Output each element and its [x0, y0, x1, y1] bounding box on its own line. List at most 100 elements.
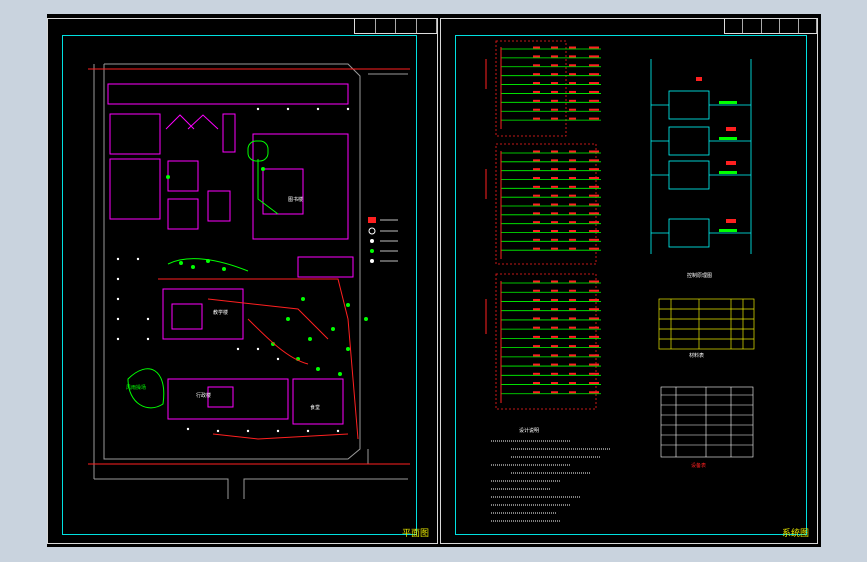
feeder-label-mark: [589, 185, 599, 188]
feeder-label-mark: [533, 82, 540, 85]
feeder-label-mark: [589, 168, 599, 171]
feeder-label-mark: [533, 99, 540, 102]
feeder-label-mark: [551, 345, 558, 348]
feeder-label-mark: [589, 247, 599, 250]
feeder-label-mark: [551, 391, 558, 394]
feeder-label-mark: [569, 354, 576, 357]
feeder-label-mark: [589, 99, 599, 102]
feeder-label-mark: [533, 363, 540, 366]
feeder-label-mark: [589, 46, 599, 49]
feeder-label-mark: [533, 64, 540, 67]
diagram-caption: 控制原理图: [687, 272, 712, 279]
feeder-label-mark: [569, 335, 576, 338]
feeder-label-mark: [589, 326, 599, 329]
feeder-label-mark: [533, 108, 540, 111]
feeder-label-mark: [533, 326, 540, 329]
feeder-label-mark: [569, 221, 576, 224]
feeder-label-mark: [569, 289, 576, 292]
feeder-label-mark: [533, 150, 540, 153]
feeder-label-mark: [589, 221, 599, 224]
feeder-label-mark: [569, 345, 576, 348]
feeder-label-mark: [533, 168, 540, 171]
feeder-label-mark: [569, 55, 576, 58]
feeder-label-mark: [533, 247, 540, 250]
feeder-label-mark: [589, 55, 599, 58]
feeder-label-mark: [533, 289, 540, 292]
feeder-label-mark: [589, 117, 599, 120]
feeder-label-mark: [551, 73, 558, 76]
feeder-label-mark: [569, 82, 576, 85]
feeder-label-mark: [569, 363, 576, 366]
feeder-label-mark: [551, 363, 558, 366]
sheet-title-left: 平面图: [401, 529, 429, 539]
feeder-label-mark: [551, 99, 558, 102]
feeder-label-mark: [569, 168, 576, 171]
site-plan-drawing: 行政楼 教学楼 风雨操场 食堂 图书楼: [88, 63, 410, 499]
cad-viewport[interactable]: 行政楼 教学楼 风雨操场 食堂 图书楼 平面图 控制原理图 材料表 设备表 设计…: [47, 14, 821, 547]
label-admin: 行政楼: [196, 392, 211, 399]
feeder-label-mark: [533, 185, 540, 188]
feeder-label-mark: [589, 238, 599, 241]
feeder-label-mark: [589, 159, 599, 162]
sheet-title-right: 系统图: [781, 529, 809, 539]
feeder-label-mark: [569, 108, 576, 111]
feeder-label-mark: [533, 221, 540, 224]
table-caption-equipment: 设备表: [691, 462, 706, 469]
feeder-label-mark: [569, 194, 576, 197]
feeder-label-mark: [551, 108, 558, 111]
feeder-label-mark: [533, 335, 540, 338]
feeder-label-mark: [569, 185, 576, 188]
feeder-label-mark: [551, 150, 558, 153]
feeder-label-mark: [589, 212, 599, 215]
feeder-label-mark: [551, 298, 558, 301]
feeder-label-mark: [551, 168, 558, 171]
feeder-label-mark: [569, 308, 576, 311]
feeder-label-mark: [551, 64, 558, 67]
feeder-label-mark: [551, 280, 558, 283]
site-plan-sheet[interactable]: 行政楼 教学楼 风雨操场 食堂 图书楼 平面图: [47, 18, 438, 544]
feeder-label-mark: [551, 382, 558, 385]
label-gym: 风雨操场: [126, 384, 146, 391]
feeder-label-mark: [551, 177, 558, 179]
feeder-label-mark: [589, 108, 599, 111]
feeder-label-mark: [533, 177, 540, 179]
feeder-label-mark: [551, 55, 558, 58]
feeder-label-mark: [589, 308, 599, 311]
feeder-label-mark: [533, 238, 540, 241]
feeder-label-mark: [533, 230, 540, 232]
feeder-label-mark: [533, 90, 540, 93]
feeder-label-mark: [569, 317, 576, 320]
feeder-label-mark: [589, 194, 599, 197]
feeder-label-mark: [551, 221, 558, 224]
feeder-label-mark: [551, 117, 558, 120]
feeder-label-mark: [589, 203, 599, 206]
feeder-label-mark: [533, 159, 540, 162]
label-library: 图书楼: [288, 196, 303, 203]
feeder-label-mark: [551, 194, 558, 197]
feeder-label-mark: [533, 212, 540, 215]
feeder-label-mark: [569, 73, 576, 76]
feeder-label-mark: [551, 159, 558, 162]
system-diagram-sheet[interactable]: 控制原理图 材料表 设备表 设计说明 系统图: [440, 18, 818, 544]
feeder-label-mark: [569, 382, 576, 385]
feeder-label-mark: [533, 345, 540, 348]
feeder-label-mark: [589, 372, 599, 375]
feeder-label-mark: [589, 382, 599, 385]
feeder-label-mark: [569, 230, 576, 232]
feeder-label-mark: [533, 203, 540, 206]
feeder-label-mark: [533, 382, 540, 385]
feeder-label-mark: [589, 177, 599, 179]
feeder-label-mark: [589, 230, 599, 232]
feeder-label-mark: [569, 203, 576, 206]
feeder-label-mark: [569, 90, 576, 93]
feeder-label-mark: [589, 82, 599, 85]
feeder-label-mark: [551, 203, 558, 206]
feeder-label-mark: [569, 150, 576, 153]
feeder-label-mark: [589, 298, 599, 301]
feeder-label-mark: [533, 298, 540, 301]
feeder-label-mark: [551, 185, 558, 188]
feeder-label-mark: [569, 238, 576, 241]
feeder-label-mark: [569, 247, 576, 250]
feeder-label-mark: [569, 99, 576, 102]
feeder-label-mark: [589, 280, 599, 283]
